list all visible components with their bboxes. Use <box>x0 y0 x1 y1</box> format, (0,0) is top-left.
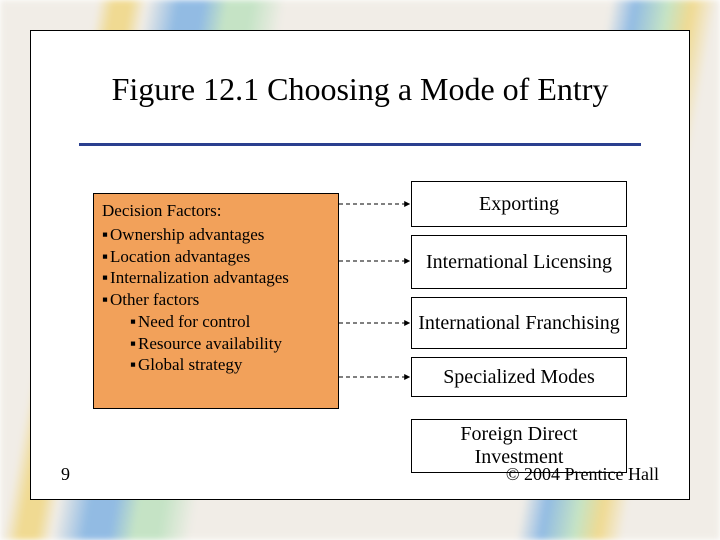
factor-item: Other factors <box>102 289 330 311</box>
mode-label: Specialized Modes <box>443 366 595 389</box>
mode-box-exporting: Exporting <box>411 181 627 227</box>
mode-box-international-licensing: International Licensing <box>411 235 627 289</box>
factor-item: Location advantages <box>102 246 330 268</box>
factor-item: Ownership advantages <box>102 224 330 246</box>
copyright-text: © 2004 Prentice Hall <box>506 464 659 485</box>
factor-item: Internalization advantages <box>102 267 330 289</box>
factors-list: Ownership advantages Location advantages… <box>102 224 330 311</box>
title-underline <box>79 143 641 146</box>
factors-heading: Decision Factors: <box>102 200 330 222</box>
mode-label: International Licensing <box>426 251 612 274</box>
decision-factors-box: Decision Factors: Ownership advantages L… <box>93 193 339 409</box>
factor-subitem: Global strategy <box>130 354 330 376</box>
mode-label: International Franchising <box>418 312 620 335</box>
factor-subitem: Need for control <box>130 311 330 333</box>
factors-sublist: Need for control Resource availability G… <box>102 311 330 376</box>
factor-subitem: Resource availability <box>130 333 330 355</box>
mode-label: Exporting <box>479 193 559 216</box>
page-number: 9 <box>61 464 70 485</box>
slide-card: Figure 12.1 Choosing a Mode of Entry Dec… <box>30 30 690 500</box>
figure-title: Figure 12.1 Choosing a Mode of Entry <box>31 71 689 108</box>
mode-box-specialized-modes: Specialized Modes <box>411 357 627 397</box>
mode-box-international-franchising: International Franchising <box>411 297 627 349</box>
mode-label: Foreign Direct Investment <box>418 423 620 469</box>
